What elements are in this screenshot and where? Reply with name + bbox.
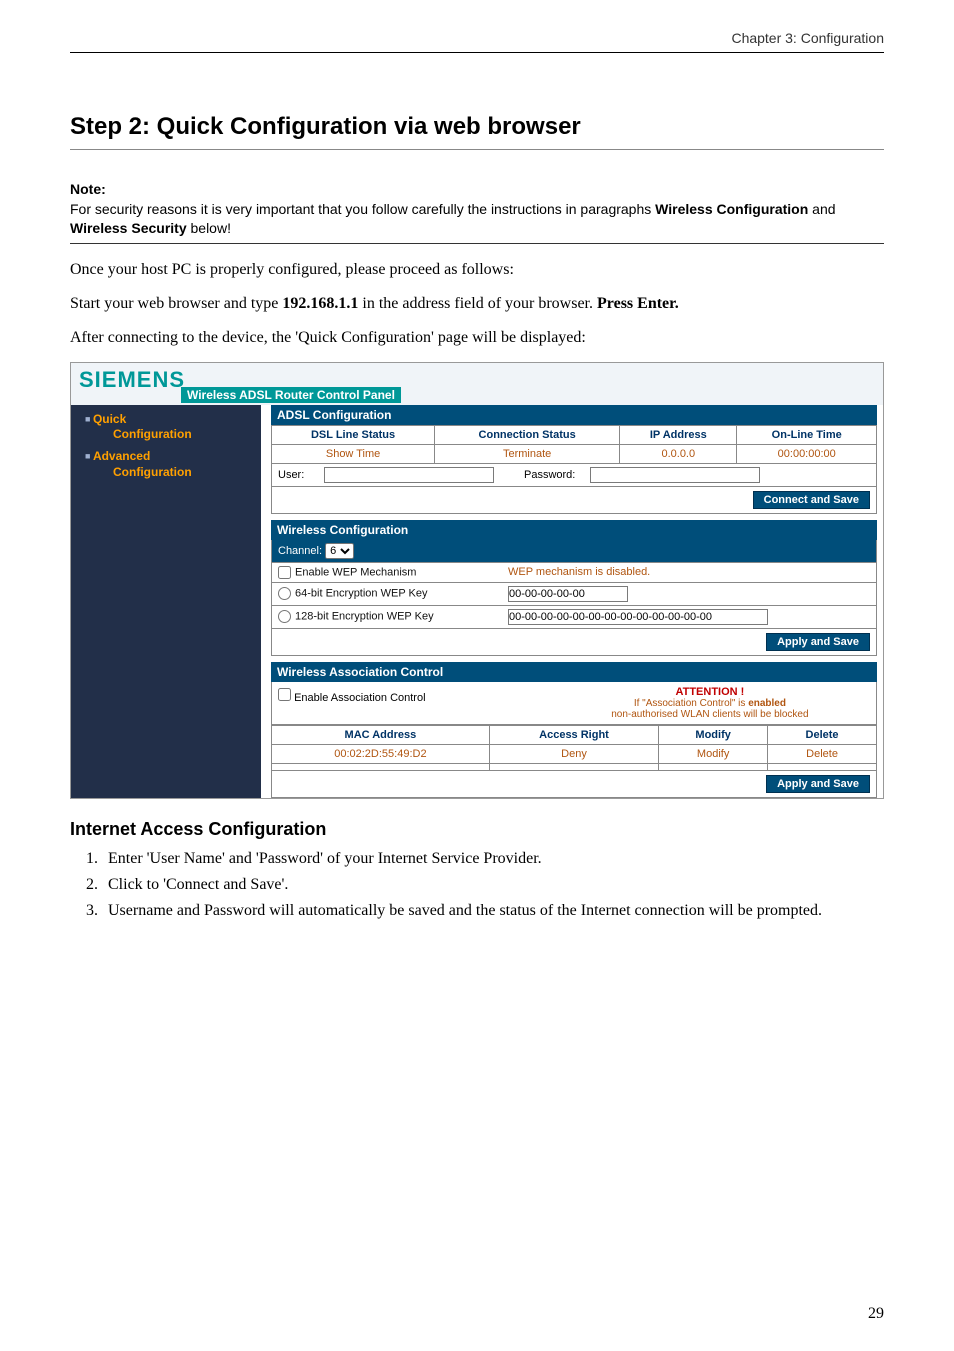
- channel-select[interactable]: 6: [325, 543, 354, 559]
- wassoc-bar: Wireless Association Control: [271, 662, 877, 682]
- ip-address-v: 0.0.0.0: [620, 444, 737, 463]
- note-bold-1: Wireless Configuration: [655, 201, 808, 217]
- nav-adv-sub: Configuration: [85, 465, 192, 481]
- banner: SIEMENS Wireless ADSL Router Control Pan…: [71, 363, 883, 405]
- step-title: Step 2: Quick Configuration via web brow…: [70, 113, 884, 150]
- online-time-v: 00:00:00:00: [737, 444, 877, 463]
- wep-64-radio[interactable]: [278, 587, 291, 600]
- note-label: Note:: [70, 181, 106, 197]
- intro-paragraph-3: After connecting to the device, the 'Qui…: [70, 326, 884, 350]
- nav-quick-top: Quick: [93, 412, 126, 426]
- banner-subtitle: Wireless ADSL Router Control Panel: [181, 387, 401, 403]
- p2-d: Press Enter.: [597, 295, 679, 312]
- mac-address-h: MAC Address: [272, 725, 490, 744]
- p2-a: Start your web browser and type: [70, 295, 282, 312]
- delete-h: Delete: [768, 725, 877, 744]
- wep-64-label: 64-bit Encryption WEP Key: [295, 588, 427, 600]
- attention-label: ATTENTION !: [550, 686, 870, 698]
- enable-assoc-label: Enable Association Control: [294, 692, 425, 704]
- wep-64-input[interactable]: [508, 586, 628, 602]
- password-label: Password:: [524, 469, 590, 481]
- note-bold-2: Wireless Security: [70, 220, 187, 236]
- note-text-1: For security reasons it is very importan…: [70, 201, 655, 217]
- modify-link[interactable]: Modify: [659, 744, 768, 763]
- step-1: Enter 'User Name' and 'Password' of your…: [102, 850, 884, 868]
- password-input[interactable]: [590, 467, 760, 483]
- internet-access-heading: Internet Access Configuration: [70, 819, 884, 840]
- nav-quick-config[interactable]: Quick Configuration: [71, 409, 261, 446]
- p2-c: in the address field of your browser.: [358, 295, 597, 312]
- attention-text: If "Association Control" is enabled non-…: [550, 698, 870, 720]
- connect-row: Connect and Save: [271, 487, 877, 514]
- intro-paragraph-1: Once your host PC is properly configured…: [70, 258, 884, 282]
- siemens-logo: SIEMENS: [79, 367, 185, 393]
- wep-status: WEP mechanism is disabled.: [508, 566, 870, 578]
- note-mid: and: [808, 201, 835, 217]
- main-panel: ADSL Configuration DSL Line Status Conne…: [261, 405, 883, 798]
- enable-assoc-checkbox[interactable]: [278, 688, 291, 701]
- wep-128-input[interactable]: [508, 609, 768, 625]
- connection-status-v: Terminate: [435, 444, 620, 463]
- connection-status-h: Connection Status: [435, 425, 620, 444]
- wassoc-apply-save-button[interactable]: Apply and Save: [766, 775, 870, 793]
- channel-row: Channel: 6: [271, 540, 877, 563]
- user-input[interactable]: [324, 467, 494, 483]
- step-3: Username and Password will automatically…: [102, 902, 884, 920]
- dsl-line-status-h: DSL Line Status: [272, 425, 435, 444]
- modify-h: Modify: [659, 725, 768, 744]
- assoc-table: MAC Address Access Right Modify Delete 0…: [271, 725, 877, 771]
- wassoc-apply-row: Apply and Save: [271, 771, 877, 798]
- wep-128-label: 128-bit Encryption WEP Key: [295, 611, 434, 623]
- mac-address-v: 00:02:2D:55:49:D2: [272, 744, 490, 763]
- page-number: 29: [868, 1305, 884, 1323]
- wcfg-apply-save-button[interactable]: Apply and Save: [766, 633, 870, 651]
- attn-a: If "Association Control" is: [634, 698, 748, 709]
- note-tail: below!: [187, 220, 231, 236]
- access-right-v: Deny: [489, 744, 658, 763]
- ip-address-h: IP Address: [620, 425, 737, 444]
- p2-ip: 192.168.1.1: [282, 295, 358, 312]
- credentials-row: User: Password:: [271, 464, 877, 487]
- router-screenshot: SIEMENS Wireless ADSL Router Control Pan…: [70, 362, 884, 799]
- enable-wep-checkbox[interactable]: [278, 566, 291, 579]
- intro-paragraph-2: Start your web browser and type 192.168.…: [70, 292, 884, 316]
- wireless-config-bar: Wireless Configuration: [271, 520, 877, 540]
- user-label: User:: [278, 469, 324, 481]
- sidebar-nav: Quick Configuration Advanced Configurati…: [71, 405, 261, 798]
- step-2: Click to 'Connect and Save'.: [102, 876, 884, 894]
- nav-quick-sub: Configuration: [85, 427, 192, 443]
- enable-wep-label: Enable WEP Mechanism: [295, 566, 416, 578]
- connect-and-save-button[interactable]: Connect and Save: [753, 491, 870, 509]
- channel-label: Channel:: [278, 545, 322, 557]
- dsl-line-status-v: Show Time: [272, 444, 435, 463]
- attn-b: enabled: [748, 698, 786, 709]
- chapter-header: Chapter 3: Configuration: [70, 30, 884, 53]
- attn-c: non-authorised WLAN clients will be bloc…: [611, 709, 808, 720]
- online-time-h: On-Line Time: [737, 425, 877, 444]
- access-right-h: Access Right: [489, 725, 658, 744]
- nav-adv-top: Advanced: [93, 449, 150, 463]
- adsl-config-bar: ADSL Configuration: [271, 405, 877, 425]
- adsl-status-table: DSL Line Status Connection Status IP Add…: [271, 425, 877, 464]
- nav-advanced-config[interactable]: Advanced Configuration: [71, 446, 261, 483]
- wcfg-apply-row: Apply and Save: [271, 629, 877, 656]
- steps-list: Enter 'User Name' and 'Password' of your…: [70, 850, 884, 920]
- wep-128-radio[interactable]: [278, 610, 291, 623]
- note-block: Note: For security reasons it is very im…: [70, 180, 884, 244]
- delete-link[interactable]: Delete: [768, 744, 877, 763]
